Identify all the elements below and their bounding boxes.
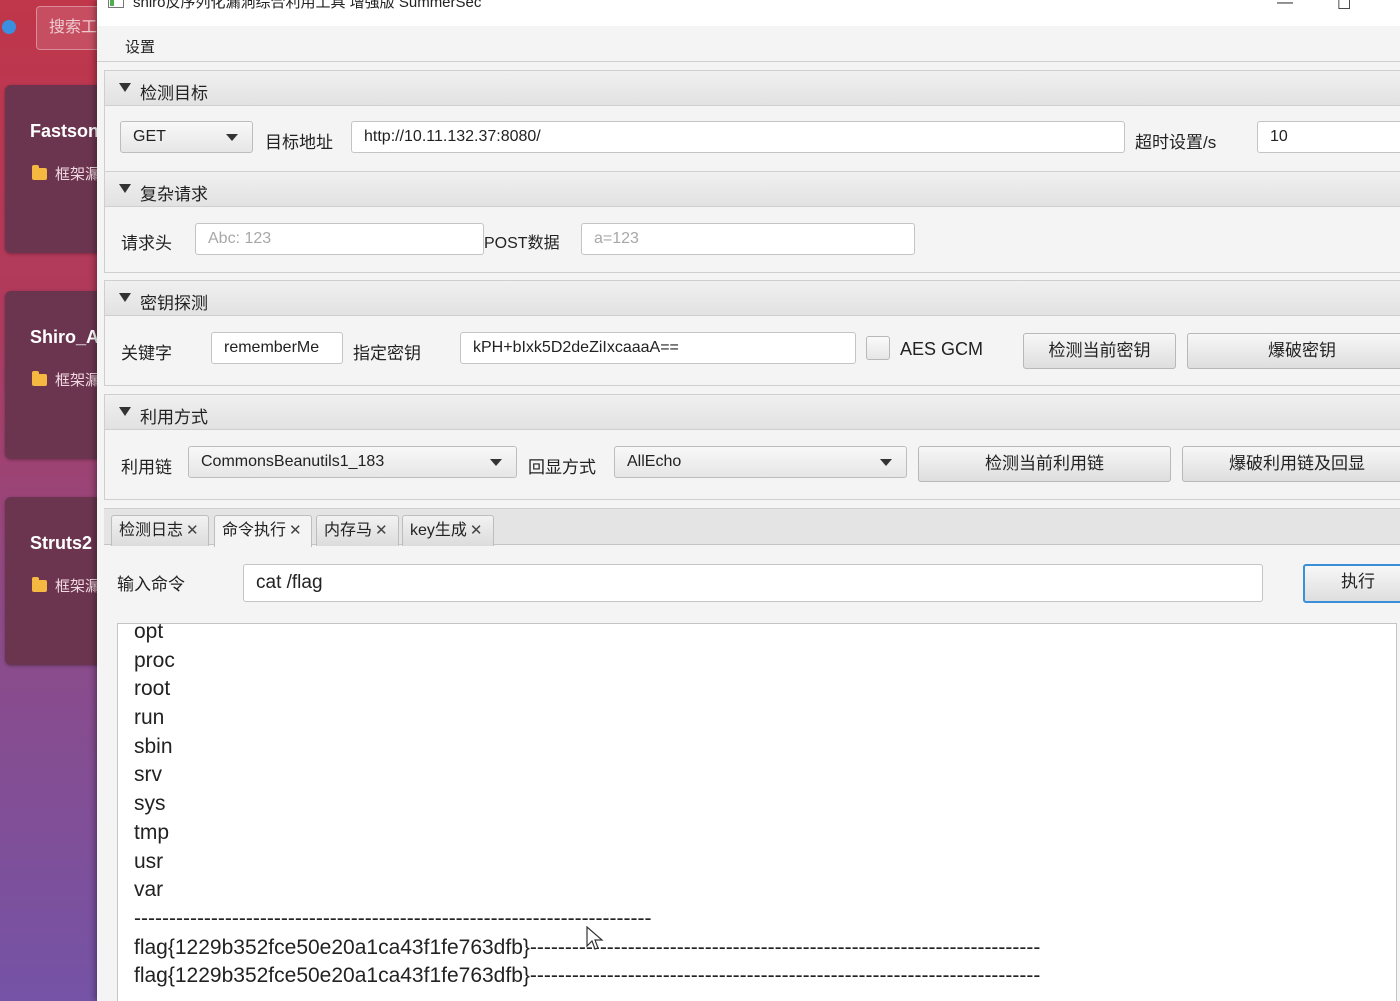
timeout-label: 超时设置/s <box>1135 133 1217 152</box>
headers-label: 请求头 <box>121 234 172 253</box>
check-key-button[interactable]: 检测当前密钥 <box>1023 333 1176 369</box>
output-line: sbin <box>134 734 173 758</box>
menu-bar: 设置 <box>97 26 1400 62</box>
command-label: 输入命令 <box>117 575 185 594</box>
echo-label: 回显方式 <box>528 458 596 477</box>
echo-select[interactable]: AllEcho <box>614 446 907 478</box>
tab-detect-log[interactable]: 检测日志 ✕ <box>111 515 209 546</box>
close-icon[interactable]: ✕ <box>375 522 388 539</box>
chain-label: 利用链 <box>121 458 172 477</box>
section-title: 密钥探测 <box>140 294 208 313</box>
section-target-header[interactable]: 检测目标 <box>104 70 1400 106</box>
launcher-card-tag: 框架漏 <box>32 575 100 596</box>
section-key-header[interactable]: 密钥探测 <box>104 280 1400 316</box>
key-input[interactable]: kPH+bIxk5D2deZiIxcaaaA== <box>460 332 856 364</box>
launcher-card-title: Struts2 <box>30 533 93 553</box>
section-title: 复杂请求 <box>140 185 208 204</box>
brute-key-button[interactable]: 爆破密钥 <box>1187 333 1400 369</box>
window-title: shiro反序列化漏洞综合利用工具 增强版 SummerSec <box>133 0 482 11</box>
output-line: root <box>134 677 171 701</box>
section-exploit-header[interactable]: 利用方式 <box>104 394 1400 430</box>
folder-icon <box>32 165 47 180</box>
tab-command-exec[interactable]: 命令执行 ✕ <box>214 515 312 547</box>
folder-icon <box>32 577 47 592</box>
maximize-button[interactable]: ☐ <box>1337 0 1351 14</box>
output-line: tmp <box>134 820 170 844</box>
section-title: 检测目标 <box>140 84 208 103</box>
output-line: usr <box>134 849 164 873</box>
output-line: var <box>134 878 164 902</box>
collapse-triangle-icon <box>119 293 131 302</box>
output-line: sys <box>134 792 166 816</box>
command-input[interactable]: cat /flag <box>243 564 1263 602</box>
output-line: srv <box>134 763 162 787</box>
tab-memshell[interactable]: 内存马 ✕ <box>316 515 399 546</box>
output-line: flag{1229b352fce50e20a1ca43f1fe763dfb}--… <box>134 964 1041 988</box>
output-line: proc <box>134 648 175 672</box>
close-icon[interactable]: ✕ <box>470 522 483 539</box>
keyword-label: 关键字 <box>121 344 172 363</box>
menu-settings[interactable]: 设置 <box>125 36 155 57</box>
method-select[interactable]: GET <box>120 121 253 153</box>
launcher-search-icon <box>2 20 16 34</box>
chain-select[interactable]: CommonsBeanutils1_183 <box>188 446 517 478</box>
collapse-triangle-icon <box>119 83 131 92</box>
launcher-card-title: Shiro_A <box>30 327 100 347</box>
command-output[interactable]: opt proc root run sbin srv sys tmp usr var -------… <box>117 623 1397 1001</box>
app-icon <box>108 0 124 8</box>
section-title: 利用方式 <box>140 408 208 427</box>
folder-icon <box>32 371 47 386</box>
aes-gcm-checkbox[interactable] <box>866 336 890 360</box>
tab-strip: 检测日志 ✕ 命令执行 ✕ 内存马 ✕ key生成 ✕ <box>104 508 1400 547</box>
output-line: opt <box>134 623 164 643</box>
url-label: 目标地址 <box>265 133 333 152</box>
close-icon[interactable]: ✕ <box>289 522 302 539</box>
chevron-down-icon <box>880 459 892 466</box>
brute-chain-button[interactable]: 爆破利用链及回显 <box>1182 446 1400 482</box>
collapse-triangle-icon <box>119 407 131 416</box>
post-input[interactable]: a=123 <box>581 223 915 255</box>
section-complex-header[interactable]: 复杂请求 <box>104 171 1400 207</box>
title-bar[interactable]: shiro反序列化漏洞综合利用工具 增强版 SummerSec — ☐ <box>97 0 1400 26</box>
check-chain-button[interactable]: 检测当前利用链 <box>918 446 1171 482</box>
mouse-cursor-icon <box>586 926 604 950</box>
collapse-triangle-icon <box>119 184 131 193</box>
chevron-down-icon <box>226 134 238 141</box>
launcher-card-tag: 框架漏 <box>32 369 100 390</box>
minimize-button[interactable]: — <box>1277 0 1293 12</box>
post-label: POST数据 <box>484 235 560 252</box>
url-input[interactable]: http://10.11.132.37:8080/ <box>351 121 1125 153</box>
chevron-down-icon <box>490 459 502 466</box>
output-line: run <box>134 706 165 730</box>
key-label: 指定密钥 <box>353 344 421 363</box>
keyword-input[interactable]: rememberMe <box>211 332 343 364</box>
timeout-input[interactable]: 10 <box>1257 121 1400 153</box>
tab-key-gen[interactable]: key生成 ✕ <box>402 515 494 546</box>
launcher-card-title: Fastson <box>30 121 100 141</box>
headers-input[interactable]: Abc: 123 <box>195 223 484 255</box>
aes-gcm-label: AES GCM <box>900 339 984 359</box>
main-window: shiro反序列化漏洞综合利用工具 增强版 SummerSec — ☐ 设置 检… <box>97 0 1400 1001</box>
execute-button[interactable]: 执行 <box>1303 564 1400 603</box>
launcher-card-tag: 框架漏 <box>32 163 100 184</box>
close-icon[interactable]: ✕ <box>186 522 199 539</box>
